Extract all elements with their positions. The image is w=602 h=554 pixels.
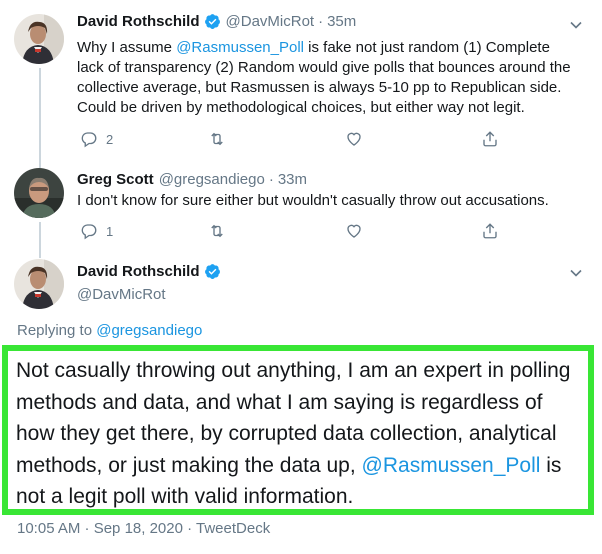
replying-to-link[interactable]: @gregsandiego: [96, 322, 202, 339]
author-name[interactable]: David Rothschild: [77, 263, 200, 280]
reply-count: 2: [106, 131, 114, 147]
share-icon: [483, 223, 497, 239]
author-name[interactable]: David Rothschild: [77, 13, 200, 30]
like-button[interactable]: [345, 129, 363, 149]
reply-button[interactable]: 2: [80, 129, 113, 149]
separator-dot: ·: [268, 171, 274, 188]
thread-connector: [39, 222, 41, 258]
retweet-icon: [211, 224, 223, 238]
tweet2-text: I don't know for sure either but wouldn'…: [77, 192, 549, 209]
avatar-david-rothschild[interactable]: [14, 259, 64, 309]
reply-icon: [81, 224, 97, 240]
verified-icon: [204, 263, 221, 280]
retweet-button[interactable]: [207, 221, 227, 241]
author-handle[interactable]: @gregsandiego: [159, 171, 265, 188]
author-handle[interactable]: @DavMicRot: [77, 286, 166, 303]
avatar-david-rothschild[interactable]: [14, 14, 64, 64]
tweet1-header: David Rothschild @DavMicRot · 35m: [77, 13, 356, 30]
retweet-button[interactable]: [207, 129, 227, 149]
tweet-time[interactable]: 35m: [327, 13, 356, 30]
reply-icon: [81, 132, 97, 148]
main-tweet-name: David Rothschild: [77, 263, 221, 280]
reply-button[interactable]: 1: [80, 221, 113, 241]
reply-count: 1: [106, 223, 114, 239]
share-icon: [483, 131, 497, 147]
like-button[interactable]: [345, 221, 363, 241]
main-tweet-text: Not casually throwing out anything, I am…: [16, 355, 586, 513]
replying-prefix: Replying to: [17, 322, 97, 339]
mention-link[interactable]: @Rasmussen_Poll: [176, 39, 304, 56]
mention-link[interactable]: @Rasmussen_Poll: [362, 454, 541, 477]
like-icon: [347, 132, 361, 146]
author-name[interactable]: Greg Scott: [77, 171, 154, 188]
tweet1-text: Why I assume @Rasmussen_Poll is fake not…: [77, 38, 577, 118]
avatar-greg-scott[interactable]: [14, 168, 64, 218]
thread-connector: [39, 68, 41, 168]
tweet-timestamp[interactable]: 10:05 AM · Sep 18, 2020 · TweetDeck: [17, 520, 270, 537]
tweet-text-part: Why I assume: [77, 39, 177, 56]
tweet-time[interactable]: 33m: [278, 171, 307, 188]
tweet-thread: David Rothschild @DavMicRot · 35m Why I …: [0, 0, 602, 554]
retweet-icon: [211, 132, 223, 146]
chevron-down-icon[interactable]: [568, 17, 584, 33]
chevron-down-icon[interactable]: [568, 265, 584, 281]
verified-icon: [204, 13, 221, 30]
replying-to: Replying to @gregsandiego: [17, 322, 202, 339]
like-icon: [347, 224, 361, 238]
share-button[interactable]: [481, 221, 499, 241]
tweet2-header: Greg Scott @gregsandiego · 33m: [77, 171, 307, 188]
author-handle[interactable]: @DavMicRot: [226, 13, 315, 30]
share-button[interactable]: [481, 129, 499, 149]
separator-dot: ·: [318, 13, 324, 30]
